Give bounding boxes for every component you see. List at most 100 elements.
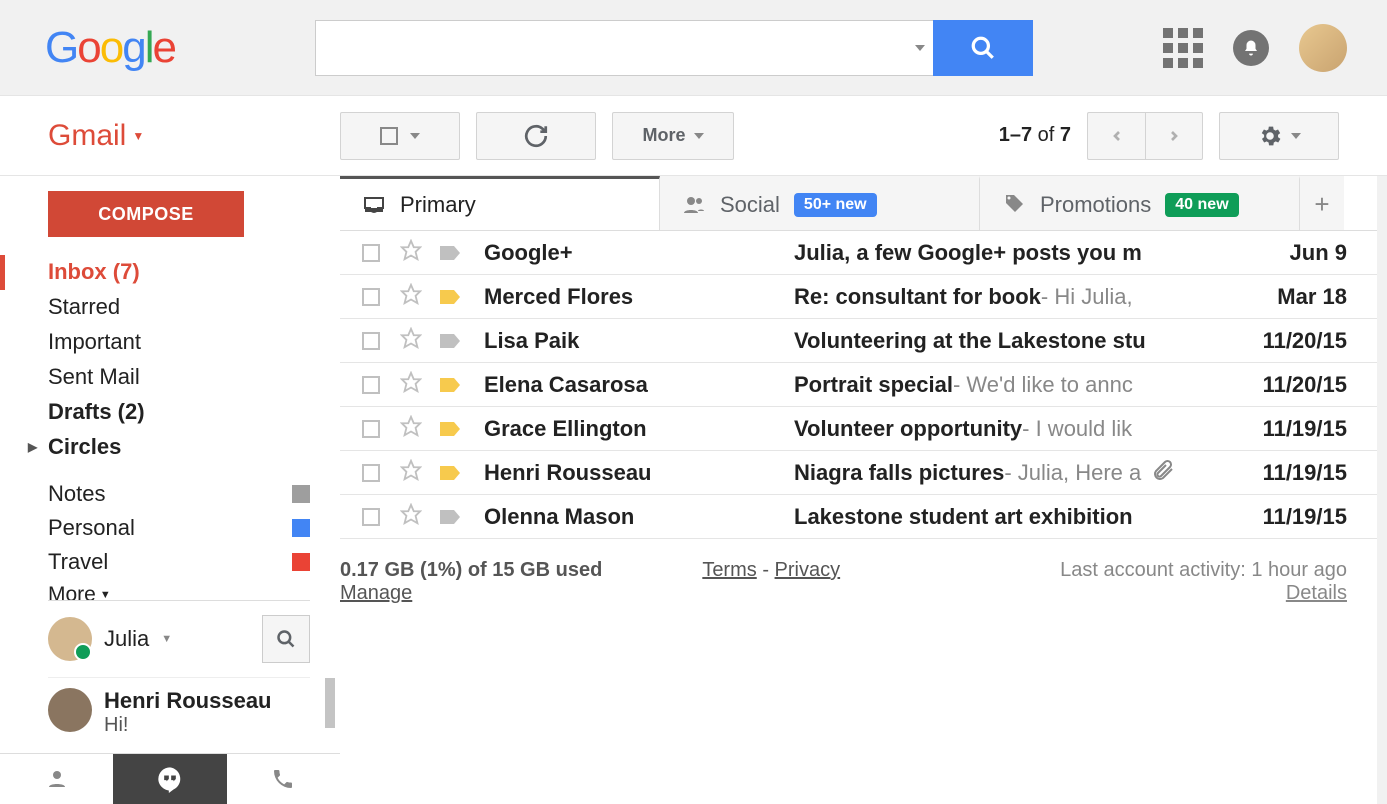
row-checkbox[interactable] bbox=[362, 288, 380, 306]
nav-important[interactable]: Important bbox=[48, 325, 310, 360]
nav-drafts[interactable]: Drafts (2) bbox=[48, 395, 310, 430]
label-icon[interactable] bbox=[438, 420, 462, 438]
caret-down-icon bbox=[915, 45, 925, 51]
tab-social[interactable]: Social 50+ new bbox=[660, 176, 980, 230]
tab-add[interactable]: + bbox=[1300, 176, 1344, 230]
row-checkbox[interactable] bbox=[362, 244, 380, 262]
plus-icon: + bbox=[1314, 189, 1329, 220]
people-icon bbox=[682, 193, 706, 217]
chat-self[interactable]: Julia ▼ bbox=[48, 601, 310, 677]
search-dropdown[interactable] bbox=[907, 20, 933, 76]
star-icon[interactable] bbox=[400, 371, 422, 399]
chat-avatar bbox=[48, 688, 92, 732]
row-sender: Google+ bbox=[484, 240, 794, 266]
star-icon[interactable] bbox=[400, 327, 422, 355]
row-sender: Merced Flores bbox=[484, 284, 794, 310]
label-icon[interactable] bbox=[438, 464, 462, 482]
manage-link[interactable]: Manage bbox=[340, 582, 412, 604]
row-subject: Julia, a few Google+ posts you m bbox=[794, 240, 1257, 266]
chat-self-name: Julia bbox=[104, 626, 149, 652]
star-icon[interactable] bbox=[400, 283, 422, 311]
email-row[interactable]: Henri Rousseau Niagra falls pictures - J… bbox=[340, 451, 1377, 495]
nav-inbox[interactable]: Inbox (7) bbox=[0, 255, 310, 290]
email-row[interactable]: Google+ Julia, a few Google+ posts you m… bbox=[340, 231, 1377, 275]
tab-promotions[interactable]: Promotions 40 new bbox=[980, 176, 1300, 230]
star-icon[interactable] bbox=[400, 459, 422, 487]
row-date: 11/20/15 bbox=[1257, 372, 1377, 398]
terms-link[interactable]: Terms bbox=[702, 559, 756, 581]
nav-label-personal[interactable]: Personal bbox=[48, 511, 310, 545]
search-icon bbox=[970, 35, 996, 61]
row-checkbox[interactable] bbox=[362, 508, 380, 526]
email-row[interactable]: Lisa Paik Volunteering at the Lakestone … bbox=[340, 319, 1377, 363]
row-checkbox[interactable] bbox=[362, 376, 380, 394]
toolbar: Gmail ▼ More 1–7 of 7 bbox=[0, 96, 1387, 176]
google-logo[interactable]: Google bbox=[45, 23, 175, 73]
nav-label-notes[interactable]: Notes bbox=[48, 477, 310, 511]
gear-icon bbox=[1257, 123, 1283, 149]
scrollbar-thumb[interactable] bbox=[325, 678, 335, 728]
row-checkbox[interactable] bbox=[362, 464, 380, 482]
gmail-dropdown[interactable]: Gmail ▼ bbox=[48, 119, 144, 153]
hangouts-icon bbox=[156, 765, 184, 793]
caret-right-icon: ▶ bbox=[28, 440, 37, 454]
attachment-icon bbox=[1151, 458, 1175, 488]
label-icon[interactable] bbox=[438, 376, 462, 394]
search-input[interactable] bbox=[315, 20, 907, 76]
row-checkbox[interactable] bbox=[362, 332, 380, 350]
label-color-swatch bbox=[292, 485, 310, 503]
details-link[interactable]: Details bbox=[1286, 582, 1347, 604]
apps-icon[interactable] bbox=[1163, 28, 1203, 68]
nav-starred[interactable]: Starred bbox=[48, 290, 310, 325]
scrollbar-track[interactable] bbox=[1377, 176, 1387, 804]
chat-tab-hangouts[interactable] bbox=[113, 754, 226, 804]
star-icon[interactable] bbox=[400, 415, 422, 443]
profile-avatar[interactable] bbox=[1299, 24, 1347, 72]
row-date: Mar 18 bbox=[1257, 284, 1377, 310]
chat-tab-contacts[interactable] bbox=[0, 754, 113, 804]
refresh-button[interactable] bbox=[476, 112, 596, 160]
chat-search-button[interactable] bbox=[262, 615, 310, 663]
compose-button[interactable]: COMPOSE bbox=[48, 191, 244, 237]
notifications-button[interactable] bbox=[1233, 30, 1269, 66]
nav-sent[interactable]: Sent Mail bbox=[48, 360, 310, 395]
tab-primary[interactable]: Primary bbox=[340, 176, 660, 230]
chevron-right-icon bbox=[1166, 128, 1182, 144]
search-icon bbox=[276, 629, 296, 649]
chat-conv-name: Henri Rousseau bbox=[104, 688, 272, 714]
privacy-link[interactable]: Privacy bbox=[775, 559, 841, 581]
star-icon[interactable] bbox=[400, 503, 422, 531]
select-dropdown[interactable] bbox=[340, 112, 460, 160]
email-row[interactable]: Olenna Mason Lakestone student art exhib… bbox=[340, 495, 1377, 539]
row-sender: Henri Rousseau bbox=[484, 460, 794, 486]
settings-button[interactable] bbox=[1219, 112, 1339, 160]
email-row[interactable]: Grace Ellington Volunteer opportunity - … bbox=[340, 407, 1377, 451]
label-icon[interactable] bbox=[438, 332, 462, 350]
tab-badge: 50+ new bbox=[794, 193, 877, 217]
tab-label: Primary bbox=[400, 192, 476, 218]
row-checkbox[interactable] bbox=[362, 420, 380, 438]
next-page-button[interactable] bbox=[1145, 112, 1203, 160]
tab-badge: 40 new bbox=[1165, 193, 1238, 217]
row-subject: Niagra falls pictures - Julia, Here a bbox=[794, 458, 1257, 488]
email-row[interactable]: Merced Flores Re: consultant for book - … bbox=[340, 275, 1377, 319]
nav-label-travel[interactable]: Travel bbox=[48, 545, 310, 579]
chat-tab-phone[interactable] bbox=[227, 754, 340, 804]
nav-circles[interactable]: ▶Circles bbox=[48, 430, 310, 465]
chat-conversation[interactable]: Henri Rousseau Hi! bbox=[48, 677, 310, 753]
prev-page-button[interactable] bbox=[1087, 112, 1145, 160]
bell-icon bbox=[1242, 39, 1260, 57]
row-sender: Lisa Paik bbox=[484, 328, 794, 354]
star-icon[interactable] bbox=[400, 239, 422, 267]
more-button[interactable]: More bbox=[612, 112, 734, 160]
row-subject: Volunteering at the Lakestone stu bbox=[794, 328, 1257, 354]
phone-icon bbox=[271, 767, 295, 791]
search-button[interactable] bbox=[933, 20, 1033, 76]
label-icon[interactable] bbox=[438, 288, 462, 306]
chat-avatar bbox=[48, 617, 92, 661]
label-icon[interactable] bbox=[438, 508, 462, 526]
row-date: 11/20/15 bbox=[1257, 328, 1377, 354]
label-icon[interactable] bbox=[438, 244, 462, 262]
caret-down-icon bbox=[410, 133, 420, 139]
email-row[interactable]: Elena Casarosa Portrait special - We'd l… bbox=[340, 363, 1377, 407]
